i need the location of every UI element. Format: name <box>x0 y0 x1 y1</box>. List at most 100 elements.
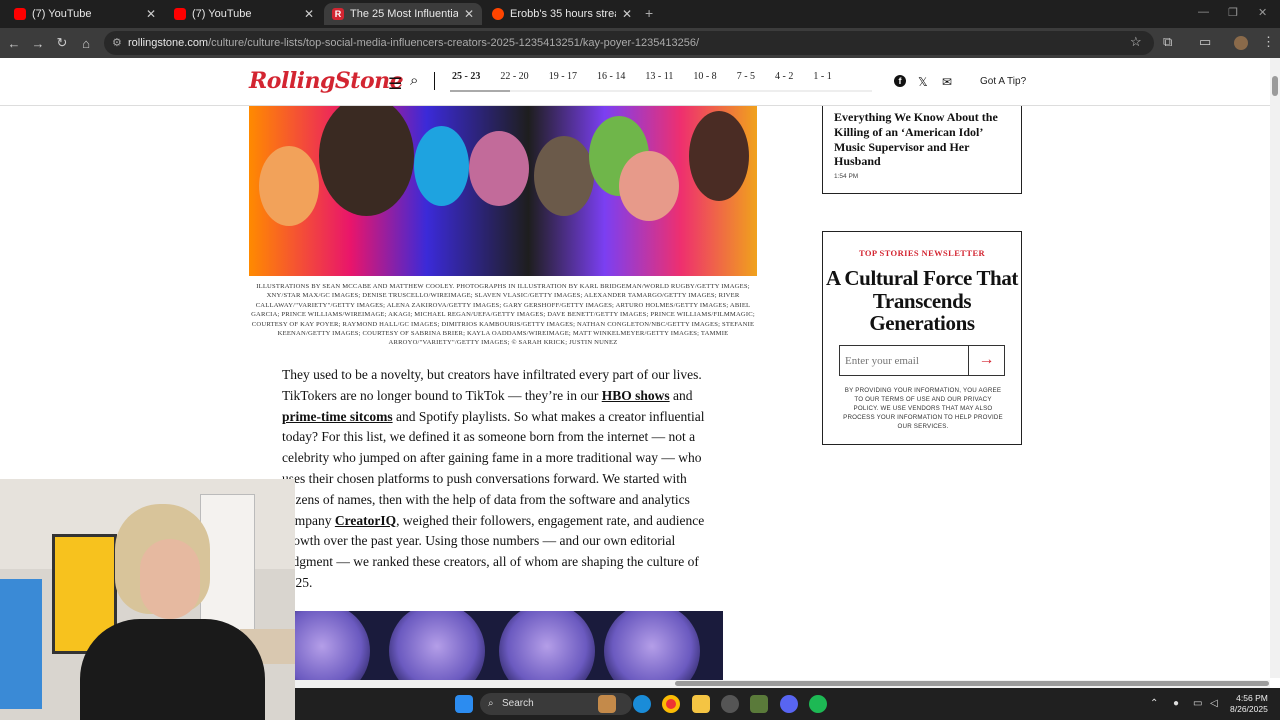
home-icon[interactable]: ⌂ <box>74 36 98 51</box>
email-field[interactable] <box>840 346 968 375</box>
rank-link[interactable]: 1 - 1 <box>813 71 831 82</box>
legal-text: BY PROVIDING YOUR INFORMATION, YOU AGREE… <box>843 387 1003 430</box>
youtube-icon <box>14 8 26 20</box>
divider <box>434 72 435 90</box>
widget-icon[interactable] <box>598 695 616 713</box>
rank-navigation: 25 - 23 22 - 20 19 - 17 16 - 14 13 - 11 … <box>452 71 852 82</box>
rank-link[interactable]: 16 - 14 <box>597 71 625 82</box>
portrait <box>534 136 594 216</box>
microphone-icon[interactable]: ● <box>1173 698 1179 709</box>
back-icon[interactable]: ← <box>2 36 26 51</box>
windows-start-icon[interactable] <box>455 695 473 713</box>
bookmark-star-icon[interactable]: ☆ <box>1130 34 1142 50</box>
newsletter-label: TOP STORIES NEWSLETTER <box>858 248 986 258</box>
obs-icon[interactable] <box>721 695 739 713</box>
story-time: 1:54 PM <box>834 173 859 181</box>
email-icon[interactable]: ✉ <box>942 75 952 89</box>
article-text: and Spotify playlists. So what makes a c… <box>282 408 705 528</box>
rank-link[interactable]: 19 - 17 <box>549 71 577 82</box>
prime-time-sitcoms-link[interactable]: prime-time sitcoms <box>282 409 393 424</box>
sidebar-icon[interactable]: ▭ <box>1199 34 1211 50</box>
creatoriq-link[interactable]: CreatorIQ <box>335 513 396 528</box>
close-icon[interactable]: ✕ <box>304 7 314 21</box>
rank-scrollbar[interactable] <box>450 90 872 92</box>
chevron-up-icon[interactable]: ⌃ <box>1150 698 1158 709</box>
tab-youtube-1[interactable]: (7) YouTube ✕ <box>6 3 164 25</box>
clock-date: 8/26/2025 <box>1230 704 1268 714</box>
portrait <box>259 146 319 226</box>
menu-icon[interactable]: ⋮ <box>1262 34 1275 50</box>
wall-poster <box>0 579 42 709</box>
browser-toolbar: ← → ↻ ⌂ ⚙ rollingstone.com/culture/cultu… <box>0 28 1280 58</box>
submit-arrow-button[interactable]: → <box>968 346 1004 375</box>
portrait <box>319 106 414 216</box>
close-icon[interactable]: ✕ <box>622 7 632 21</box>
extensions-icon[interactable]: ⧉ <box>1163 34 1172 50</box>
facebook-icon[interactable]: f <box>894 75 906 87</box>
search-icon[interactable]: ⌕ <box>410 72 418 89</box>
decor <box>499 611 595 681</box>
tab-reddit[interactable]: Erobb's 35 hours stream in 2 m ✕ <box>484 3 640 25</box>
related-story-card[interactable]: Everything We Know About the Killing of … <box>822 106 1022 194</box>
site-logo[interactable]: RollingStone <box>249 68 404 94</box>
article-body: They used to be a novelty, but creators … <box>282 365 724 594</box>
discord-icon[interactable] <box>780 695 798 713</box>
hbo-shows-link[interactable]: HBO shows <box>602 388 670 403</box>
image-credits: ILLUSTRATIONS BY SEAN MCCABE AND MATTHEW… <box>251 283 755 347</box>
hamburger-menu-icon[interactable]: ☰ <box>388 74 402 94</box>
youtube-icon <box>174 8 186 20</box>
volume-icon[interactable]: ◁ <box>1210 698 1218 709</box>
reload-icon[interactable]: ↻ <box>50 35 74 51</box>
network-icon[interactable]: ▭ <box>1193 698 1202 709</box>
page-scrollbar[interactable] <box>1270 58 1280 678</box>
portrait <box>469 131 529 206</box>
rank-link[interactable]: 25 - 23 <box>452 71 480 82</box>
search-icon: ⌕ <box>488 698 494 709</box>
tab-strip: (7) YouTube ✕ (7) YouTube ✕ R The 25 Mos… <box>0 0 1280 28</box>
url-host: rollingstone.com <box>128 37 209 49</box>
rank-link[interactable]: 4 - 2 <box>775 71 793 82</box>
hero-image <box>249 106 757 276</box>
close-icon[interactable]: ✕ <box>464 7 474 21</box>
rank-link[interactable]: 7 - 5 <box>737 71 755 82</box>
chrome-icon[interactable] <box>662 695 680 713</box>
forward-icon[interactable]: → <box>26 36 50 51</box>
newsletter-box: TOP STORIES NEWSLETTER A Cultural Force … <box>822 231 1022 445</box>
taskbar-search-label: Search <box>502 698 534 709</box>
url-path: /culture/culture-lists/top-social-media-… <box>208 37 700 49</box>
webcam-overlay <box>0 479 295 720</box>
maximize-icon[interactable]: ❐ <box>1228 6 1238 19</box>
minimize-icon[interactable]: — <box>1198 6 1209 18</box>
decor <box>604 611 700 681</box>
app-icon[interactable] <box>750 695 768 713</box>
file-explorer-icon[interactable] <box>692 695 710 713</box>
x-twitter-icon[interactable]: 𝕏 <box>918 75 928 89</box>
got-a-tip-link[interactable]: Got A Tip? <box>980 76 1026 87</box>
tab-youtube-2[interactable]: (7) YouTube ✕ <box>166 3 322 25</box>
screen: (7) YouTube ✕ (7) YouTube ✕ R The 25 Mos… <box>0 0 1280 720</box>
site-header: RollingStone ☰ ⌕ 25 - 23 22 - 20 19 - 17… <box>0 58 1270 106</box>
next-entry-image <box>294 611 723 681</box>
edge-icon[interactable] <box>633 695 651 713</box>
horizontal-scrollbar[interactable] <box>295 680 1270 688</box>
profile-avatar[interactable] <box>1234 36 1248 50</box>
story-headline[interactable]: Everything We Know About the Killing of … <box>834 110 1010 169</box>
portrait <box>414 126 469 206</box>
site-info-icon[interactable]: ⚙ <box>112 36 122 49</box>
tab-title: (7) YouTube <box>32 8 92 20</box>
spotify-icon[interactable] <box>809 695 827 713</box>
close-icon[interactable]: ✕ <box>146 7 156 21</box>
clock[interactable]: 4:56 PM 8/26/2025 <box>1230 693 1268 715</box>
tab-title: The 25 Most Influential Social M <box>350 8 458 20</box>
reddit-icon <box>492 8 504 20</box>
clock-time: 4:56 PM <box>1236 693 1268 703</box>
tab-rolling-stone[interactable]: R The 25 Most Influential Social M ✕ <box>324 3 482 25</box>
rank-link[interactable]: 10 - 8 <box>693 71 716 82</box>
close-window-icon[interactable]: ✕ <box>1258 6 1267 19</box>
new-tab-button[interactable]: + <box>645 5 653 21</box>
person-face <box>140 539 200 619</box>
address-bar[interactable]: ⚙ rollingstone.com/culture/culture-lists… <box>104 31 1154 55</box>
rank-link[interactable]: 13 - 11 <box>645 71 673 82</box>
person-shirt <box>80 619 265 720</box>
rank-link[interactable]: 22 - 20 <box>500 71 528 82</box>
